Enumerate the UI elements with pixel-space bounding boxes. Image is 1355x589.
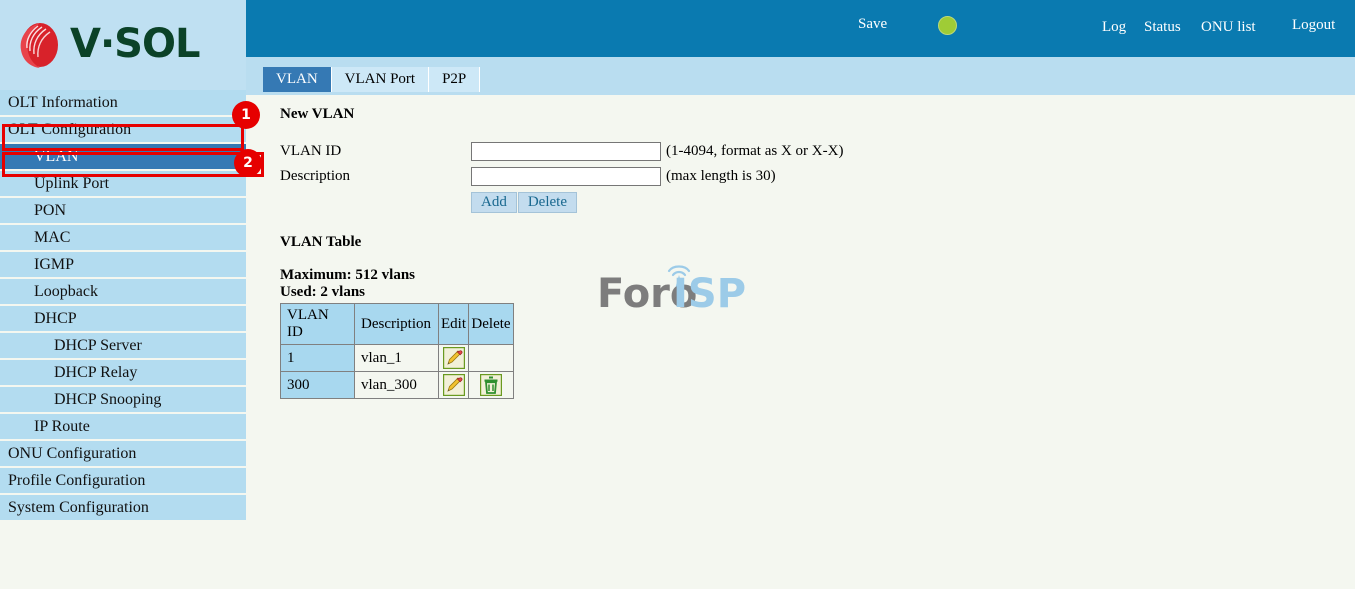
header-link-log[interactable]: Log xyxy=(1102,19,1126,36)
tab-list: VLAN VLAN Port P2P xyxy=(263,67,481,92)
sidebar-item-uplink-port[interactable]: Uplink Port xyxy=(0,171,246,198)
sidebar: V·SOL OLT Information OLT Configuration VL… xyxy=(0,0,246,589)
pencil-edit-icon[interactable] xyxy=(442,373,465,397)
sidebar-item-label: MAC xyxy=(34,229,71,246)
vsol-flame-icon xyxy=(16,18,62,70)
sidebar-item-label: ONU Configuration xyxy=(8,445,137,462)
sidebar-item-label: DHCP Server xyxy=(54,337,142,354)
vlan-id-input[interactable] xyxy=(471,142,661,161)
sidebar-item-pon[interactable]: PON xyxy=(0,198,246,225)
description-hint: (max length is 30) xyxy=(666,168,776,184)
sidebar-item-mac[interactable]: MAC xyxy=(0,225,246,252)
sidebar-item-profile-configuration[interactable]: Profile Configuration xyxy=(0,468,246,495)
column-header-description: Description xyxy=(354,303,439,345)
sidebar-item-dhcp-server[interactable]: DHCP Server xyxy=(0,333,246,360)
sidebar-item-label: Uplink Port xyxy=(34,175,110,192)
sidebar-item-dhcp-snooping[interactable]: DHCP Snooping xyxy=(0,387,246,414)
sidebar-item-label: Profile Configuration xyxy=(8,472,146,489)
sidebar-item-loopback[interactable]: Loopback xyxy=(0,279,246,306)
sidebar-menu: OLT Information OLT Configuration VLAN Upli… xyxy=(0,90,246,522)
new-vlan-form: VLAN ID (1-4094, format as X or X-X) Des… xyxy=(280,139,843,213)
trash-delete-icon[interactable] xyxy=(479,373,503,397)
brand-name: V·SOL xyxy=(70,21,200,67)
sidebar-item-dhcp-relay[interactable]: DHCP Relay xyxy=(0,360,246,387)
status-indicator-green-icon xyxy=(938,16,957,35)
page-root: V·SOL OLT Information OLT Configuration VL… xyxy=(0,0,1355,589)
header-link-logout[interactable]: Logout xyxy=(1292,17,1335,34)
sidebar-item-label: DHCP xyxy=(34,310,77,327)
sidebar-item-label: PON xyxy=(34,202,67,219)
delete-button[interactable]: Delete xyxy=(517,192,577,213)
column-header-delete: Delete xyxy=(468,303,514,345)
sidebar-item-ip-route[interactable]: IP Route xyxy=(0,414,246,441)
sidebar-item-label: System Configuration xyxy=(8,499,149,516)
sidebar-item-label: VLAN xyxy=(34,148,79,165)
header-link-status[interactable]: Status xyxy=(1144,19,1181,36)
logo-area: V·SOL xyxy=(0,0,246,90)
description-label: Description xyxy=(280,168,350,184)
main-content: New VLAN VLAN ID (1-4094, format as X or… xyxy=(246,95,1355,589)
top-header-bar: Save Log Status ONU list Logout xyxy=(246,0,1355,57)
new-vlan-title: New VLAN xyxy=(280,106,355,122)
tab-vlan-port[interactable]: VLAN Port xyxy=(331,67,430,92)
svg-text:ISP: ISP xyxy=(673,271,746,315)
column-header-edit: Edit xyxy=(438,303,469,345)
cell-delete[interactable] xyxy=(468,371,514,399)
sidebar-item-olt-configuration[interactable]: OLT Configuration xyxy=(0,117,246,144)
vlan-id-hint: (1-4094, format as X or X-X) xyxy=(666,143,844,159)
description-input[interactable] xyxy=(471,167,661,186)
vlan-table: VLAN ID Description Edit Delete 1 vlan_1 300 v… xyxy=(280,303,514,399)
cell-vlan-id: 1 xyxy=(280,344,355,372)
vlan-used-text: Used: 2 vlans xyxy=(280,284,366,300)
cell-description: vlan_1 xyxy=(354,344,439,372)
vlan-usage-info: Maximum: 512 vlans Used: 2 vlans xyxy=(280,267,415,301)
vlan-table-title: VLAN Table xyxy=(280,234,362,250)
sidebar-item-label: DHCP Snooping xyxy=(54,391,162,408)
description-row: Description (max length is 30) xyxy=(280,164,843,189)
svg-text:Foro: Foro xyxy=(597,271,697,315)
cell-vlan-id: 300 xyxy=(280,371,355,399)
sidebar-item-label: IP Route xyxy=(34,418,90,435)
foroisp-watermark: Foro ISP xyxy=(597,255,757,317)
sidebar-item-label: DHCP Relay xyxy=(54,364,138,381)
vlan-id-row: VLAN ID (1-4094, format as X or X-X) xyxy=(280,139,843,164)
save-button[interactable]: Save xyxy=(858,16,887,33)
sidebar-item-dhcp[interactable]: DHCP xyxy=(0,306,246,333)
form-button-row: Add Delete xyxy=(471,192,843,213)
brand-logo[interactable]: V·SOL xyxy=(16,16,200,72)
sidebar-item-onu-configuration[interactable]: ONU Configuration xyxy=(0,441,246,468)
sidebar-item-system-configuration[interactable]: System Configuration xyxy=(0,495,246,522)
table-row: 300 vlan_300 xyxy=(280,371,514,399)
sidebar-item-vlan[interactable]: VLAN xyxy=(0,144,246,171)
cell-description: vlan_300 xyxy=(354,371,439,399)
sidebar-item-label: Loopback xyxy=(34,283,98,300)
table-body: 1 vlan_1 300 vlan_300 xyxy=(280,344,514,399)
cell-edit[interactable] xyxy=(438,371,469,399)
cell-edit[interactable] xyxy=(438,344,469,372)
sidebar-item-label: IGMP xyxy=(34,256,75,273)
sidebar-item-label: OLT Configuration xyxy=(8,121,132,138)
table-row: 1 vlan_1 xyxy=(280,344,514,372)
tab-strip: VLAN VLAN Port P2P xyxy=(246,57,1355,95)
vlan-maximum-text: Maximum: 512 vlans xyxy=(280,267,415,283)
pencil-edit-icon[interactable] xyxy=(442,346,465,370)
add-button[interactable]: Add xyxy=(471,192,517,213)
vlan-id-label: VLAN ID xyxy=(280,143,342,159)
sidebar-item-olt-information[interactable]: OLT Information xyxy=(0,90,246,117)
sidebar-item-label: OLT Information xyxy=(8,94,118,111)
tab-p2p[interactable]: P2P xyxy=(429,67,481,92)
cell-delete xyxy=(468,344,514,372)
column-header-vlan-id: VLAN ID xyxy=(280,303,355,345)
header-link-onu-list[interactable]: ONU list xyxy=(1201,19,1256,36)
table-header-row: VLAN ID Description Edit Delete xyxy=(280,303,514,345)
sidebar-item-igmp[interactable]: IGMP xyxy=(0,252,246,279)
tab-vlan[interactable]: VLAN xyxy=(263,67,332,92)
